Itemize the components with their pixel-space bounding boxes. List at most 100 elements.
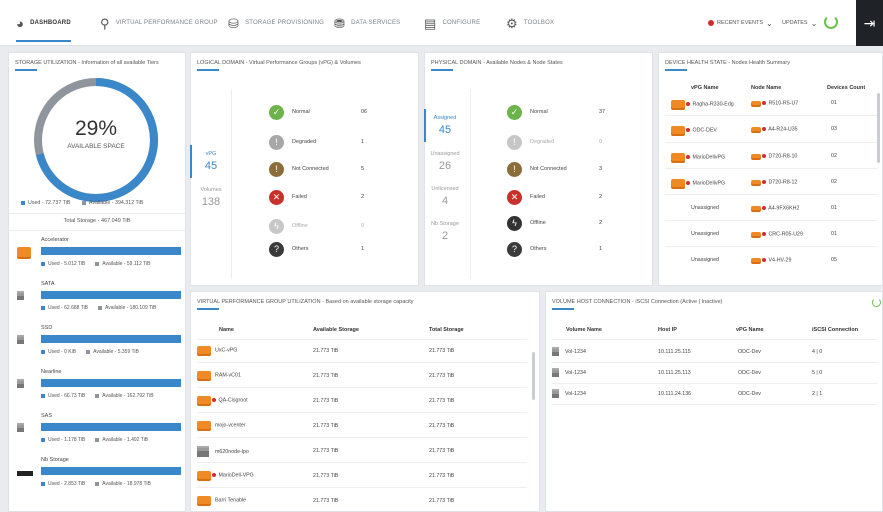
panel-title: DEVICE HEALTH STATE - Nodes Health Summa… xyxy=(665,60,791,66)
state-degraded[interactable]: ! Degraded 0 xyxy=(507,131,617,153)
tab-virtual-performance-group[interactable]: ⚲ VIRTUAL PERFORMANCE GROUP xyxy=(100,0,218,46)
count-cell: 05 xyxy=(831,257,837,263)
logical-domain-panel: LOGICAL DOMAIN - Virtual Performance Gro… xyxy=(190,52,419,286)
panel-title: LOGICAL DOMAIN - Virtual Performance Gro… xyxy=(197,60,361,66)
tier-name: Nearline xyxy=(41,369,62,375)
row-divider xyxy=(552,362,878,363)
alert-badge-icon xyxy=(685,127,691,133)
drive-icon xyxy=(197,371,211,379)
tab-data-services[interactable]: ⛃ DATA SERVICES xyxy=(334,0,400,46)
drive-icon xyxy=(197,496,211,504)
state-normal[interactable]: ✓ Normal 06 xyxy=(269,101,379,123)
tab-nb-storage[interactable]: Nb Storage 2 xyxy=(425,221,465,242)
updates-dropdown[interactable]: UPDATES ⌄ xyxy=(782,0,817,46)
state-not-connected[interactable]: ! Not Connected 5 xyxy=(269,158,379,180)
chevron-down-icon: ⌄ xyxy=(766,18,773,28)
state-failed[interactable]: ✕ Failed 2 xyxy=(269,186,379,208)
logout-button[interactable]: ⇥ xyxy=(856,0,883,46)
panel-title: PHYSICAL DOMAIN - Available Nodes & Node… xyxy=(431,60,563,66)
state-offline[interactable]: ϟ Offline 2 xyxy=(507,212,617,234)
logout-icon: ⇥ xyxy=(863,14,876,31)
vpg-cell: Ragha-R330-Edg xyxy=(671,100,734,108)
database-icon: ⛁ xyxy=(228,15,240,31)
tier-usage-bar xyxy=(41,467,181,475)
row-divider xyxy=(197,487,527,488)
state-others[interactable]: ? Others 1 xyxy=(507,238,617,260)
state-normal[interactable]: ✓ Normal 37 xyxy=(507,101,617,123)
tier-usage-bar xyxy=(41,423,181,431)
row-divider xyxy=(665,142,877,143)
recent-events-dropdown[interactable]: RECENT EVENTS ⌄ xyxy=(708,0,773,46)
total-cell: 21.773 TiB xyxy=(429,348,455,354)
count-cell: 03 xyxy=(831,126,837,132)
drive-icon xyxy=(197,471,211,479)
state-offline[interactable]: ϟ Offline 0 xyxy=(269,215,379,237)
volume-cell: Vol-1234 xyxy=(552,389,586,398)
vpg-cell: Unassigned xyxy=(691,257,719,263)
count-cell: 02 xyxy=(831,153,837,159)
tab-storage-provisioning[interactable]: ⛁ STORAGE PROVISIONING xyxy=(228,0,324,46)
drive-icon xyxy=(671,100,685,108)
tab-vpg[interactable]: vPG 45 xyxy=(190,145,231,178)
dashboard-gauge-icon: ◕ xyxy=(16,15,25,31)
tab-assigned[interactable]: Assigned 45 xyxy=(424,109,465,142)
node-cell: D720-R8-10 xyxy=(751,153,797,159)
row-divider xyxy=(197,387,527,388)
column-header: Node Name xyxy=(751,85,782,91)
available-cell: 21.773 TiB xyxy=(313,448,339,454)
divider xyxy=(231,89,232,279)
title-underline xyxy=(552,308,574,310)
row-divider xyxy=(665,246,877,247)
tab-configure[interactable]: ▤ CONFIGURE xyxy=(424,0,480,46)
panel-title: VOLUME HOST CONNECTION - iSCSI Connectio… xyxy=(552,299,723,305)
total-cell: 21.773 TiB xyxy=(429,398,455,404)
state-not-connected[interactable]: ! Not Connected 3 xyxy=(507,158,617,180)
tier-nearline[interactable]: Nearline Used - 66.73 TiB Available - 162… xyxy=(9,367,181,410)
drive-icon xyxy=(671,126,685,134)
ip-cell: 10.111.25.115 xyxy=(658,349,691,355)
alert-dot-icon xyxy=(708,20,714,26)
scrollbar[interactable] xyxy=(532,352,535,400)
tier-accelerator[interactable]: Accelerator Used - 5.012 TiB Available - … xyxy=(9,235,181,278)
row-divider xyxy=(552,383,878,384)
total-cell: 21.773 TiB xyxy=(429,423,455,429)
server-icon xyxy=(17,287,31,301)
tab-dashboard[interactable]: ◕ DASHBOARD xyxy=(16,0,71,46)
row-divider xyxy=(197,339,527,340)
donut-legend: Used - 72.737 TiB Available - 394.312 Ti… xyxy=(21,200,143,206)
tier-name: SSD xyxy=(41,325,53,331)
vpg-cell: MarioDellvPG xyxy=(671,153,725,161)
tier-usage-bar xyxy=(41,291,181,299)
column-header: Devices Count xyxy=(827,85,866,91)
tier-name: SAS xyxy=(41,413,53,419)
alert-badge-icon xyxy=(685,154,691,160)
refresh-icon[interactable] xyxy=(872,298,881,307)
scrollbar[interactable] xyxy=(877,93,880,163)
node-cell: R510-R5-U7 xyxy=(751,100,798,106)
server-icon xyxy=(17,419,31,433)
row-divider xyxy=(665,194,877,195)
tab-unlicensed[interactable]: Unlicensed 4 xyxy=(425,186,465,207)
row-divider xyxy=(552,404,878,405)
available-legend-label: Available - 394.312 TiB xyxy=(88,200,144,206)
server-icon xyxy=(552,389,559,398)
tier-sata[interactable]: SATA Used - 62.688 TiB Available - 180.10… xyxy=(9,279,181,322)
node-icon xyxy=(751,101,761,105)
divider xyxy=(470,89,471,279)
tier-nb-storage[interactable]: Nb Storage Used - 2.853 TiB Available - 1… xyxy=(9,455,181,498)
used-swatch xyxy=(21,200,25,205)
tier-ssd[interactable]: SSD Used - 0 KiB Available - 5.359 TiB xyxy=(9,323,181,366)
tab-toolbox[interactable]: ⚙ TOOLBOX xyxy=(506,0,554,46)
row-divider xyxy=(197,412,527,413)
refresh-icon[interactable] xyxy=(824,15,838,29)
state-failed[interactable]: ✕ Failed 2 xyxy=(507,186,617,208)
volume-host-connection-panel: VOLUME HOST CONNECTION - iSCSI Connectio… xyxy=(545,291,883,512)
column-header: Host IP xyxy=(658,327,677,333)
available-cell: 21.773 TiB xyxy=(313,373,339,379)
tier-sas[interactable]: SAS Used - 1.178 TiB Available - 1.492 Ti… xyxy=(9,411,181,454)
state-others[interactable]: ? Others 1 xyxy=(269,238,379,260)
tab-unassigned[interactable]: Unassigned 26 xyxy=(425,151,465,172)
tier-legend: Used - 62.688 TiB Available - 180.109 TiB xyxy=(41,305,156,311)
tab-volumes[interactable]: Volumes 138 xyxy=(191,187,231,208)
state-degraded[interactable]: ! Degraded 1 xyxy=(269,131,379,153)
